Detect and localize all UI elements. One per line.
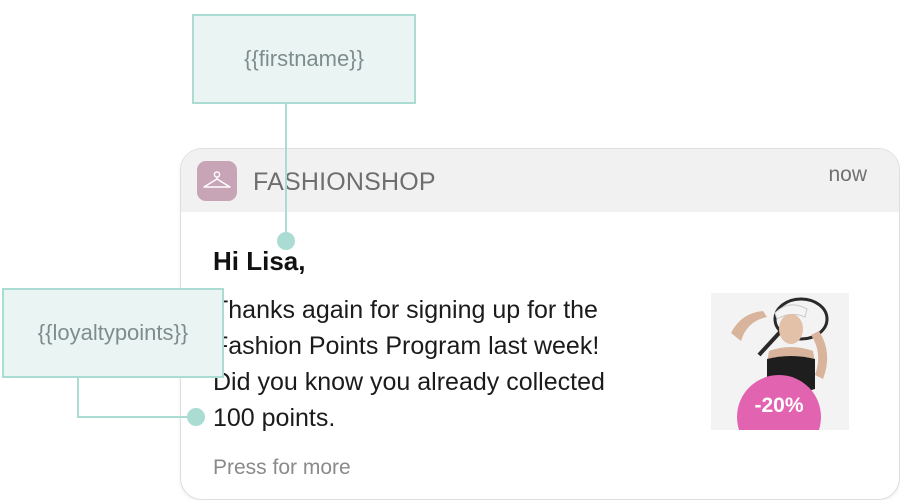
loyaltypoints-variable-tag: {{loyaltypoints}}	[2, 288, 224, 378]
push-notification[interactable]: FASHIONSHOP now Hi Lisa, Thanks again fo…	[180, 148, 900, 500]
loyaltypoints-anchor-dot	[187, 408, 205, 426]
message-line: 100 points.	[213, 404, 336, 432]
hanger-icon	[203, 171, 231, 188]
firstname-variable-tag: {{firstname}}	[192, 14, 416, 104]
greeting: Hi Lisa,	[213, 246, 306, 276]
loyaltypoints-connector-vertical	[77, 377, 79, 418]
notification-time: now	[828, 163, 867, 186]
message-line: Fashion Points Program last week!	[213, 332, 600, 360]
notification-message: Thanks again for signing up for the Fash…	[213, 292, 663, 436]
notification-header: FASHIONSHOP now	[181, 149, 899, 212]
message-line: Thanks again for signing up for the	[213, 296, 598, 324]
app-icon	[197, 161, 237, 201]
firstname-connector	[285, 103, 287, 241]
app-name: FASHIONSHOP	[253, 168, 436, 196]
press-for-more-link[interactable]: Press for more	[213, 456, 351, 480]
firstname-anchor-dot	[277, 232, 295, 250]
loyaltypoints-connector-horizontal	[77, 416, 197, 418]
message-line: Did you know you already collected	[213, 368, 605, 396]
product-image: -20%	[711, 293, 849, 430]
